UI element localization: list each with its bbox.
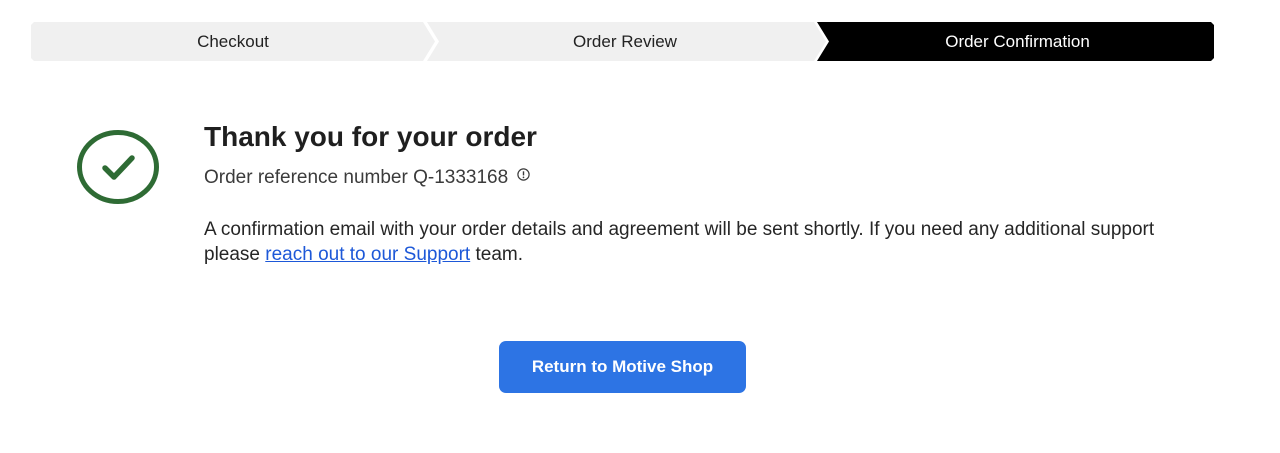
check-circle-icon: [77, 130, 159, 204]
order-confirmation-page: Checkout Order Review Order Confirmation…: [0, 0, 1280, 453]
step-order-confirmation[interactable]: Order Confirmation: [821, 22, 1214, 61]
return-to-shop-button[interactable]: Return to Motive Shop: [499, 341, 746, 393]
message-text-after: team.: [470, 244, 524, 265]
step-order-review[interactable]: Order Review: [427, 22, 823, 61]
confirmation-message: A confirmation email with your order det…: [204, 217, 1194, 267]
page-title: Thank you for your order: [204, 121, 537, 152]
order-reference: Order reference number Q-1333168: [204, 166, 1204, 190]
checkout-stepper: Checkout Order Review Order Confirmation: [31, 22, 1214, 61]
step-checkout[interactable]: Checkout: [31, 22, 435, 61]
order-reference-text: Order reference number Q-1333168: [204, 167, 509, 188]
support-link[interactable]: reach out to our Support: [265, 244, 470, 265]
confirmation-content: Thank you for your order Order reference…: [204, 118, 1204, 267]
info-icon[interactable]: [517, 167, 530, 181]
